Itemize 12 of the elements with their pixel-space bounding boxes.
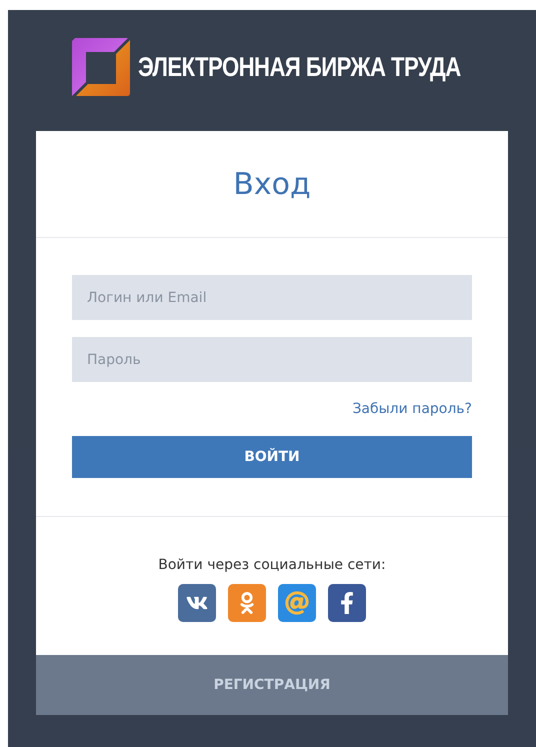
password-input-field[interactable]: Пароль [72, 337, 472, 382]
forgot-password-link[interactable]: Забыли пароль? [352, 399, 472, 420]
login-button[interactable]: ВОЙТИ [72, 436, 472, 478]
vk-logo-icon[interactable] [178, 584, 216, 622]
ok-logo-icon[interactable] [228, 584, 266, 622]
register-button[interactable]: РЕГИСТРАЦИЯ [36, 655, 508, 715]
social-login-caption: Войти через социальные сети: [158, 556, 386, 575]
logo-icon [72, 38, 130, 96]
facebook-logo-icon[interactable] [328, 584, 366, 622]
logo-text: ЭЛЕКТРОННАЯ БИРЖА ТРУДА [138, 50, 461, 84]
login-title: Вход [233, 166, 311, 204]
login-input-field[interactable]: Логин или Email [72, 275, 472, 320]
